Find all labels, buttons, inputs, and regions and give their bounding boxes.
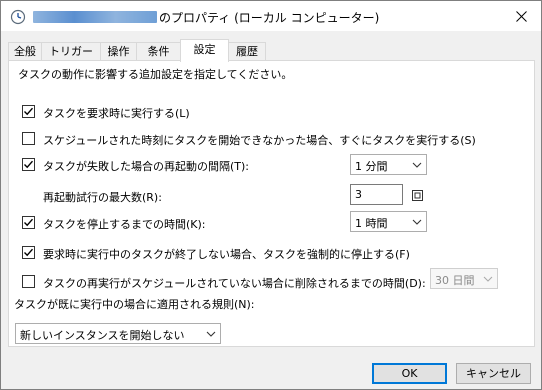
stop-if-longer-checkbox[interactable] xyxy=(22,216,35,229)
task-name-redacted xyxy=(33,11,157,23)
chevron-down-icon xyxy=(412,219,422,225)
force-stop-label: 要求時に実行中のタスクが終了しない場合、タスクを強制的に停止する(F) xyxy=(43,248,410,261)
tab-conditions[interactable]: 条件 xyxy=(136,42,181,61)
delete-after-value: 30 日間 xyxy=(435,274,475,287)
restart-attempts-spinner[interactable] xyxy=(411,189,424,202)
spinner-icon xyxy=(412,190,423,201)
restart-interval-value: 1 分間 xyxy=(355,160,388,173)
window-title: のプロパティ (ローカル コンピューター) xyxy=(159,11,380,25)
title-bar: のプロパティ (ローカル コンピューター) xyxy=(1,1,541,31)
tab-settings[interactable]: 設定 xyxy=(180,39,229,62)
restart-attempts-label: 再起動試行の最大数(R): xyxy=(43,191,162,204)
cancel-button[interactable]: キャンセル xyxy=(456,363,531,384)
restart-on-failure-checkbox[interactable] xyxy=(22,158,35,171)
run-missed-label: スケジュールされた時刻にタスクを開始できなかった場合、すぐにタスクを実行する(S… xyxy=(43,134,476,147)
tab-triggers[interactable]: トリガー xyxy=(41,42,101,61)
checkmark-icon xyxy=(24,107,34,116)
close-icon xyxy=(515,10,527,22)
tab-general[interactable]: 全般 xyxy=(8,42,42,61)
task-properties-window: のプロパティ (ローカル コンピューター) 全般 トリガー 操作 条件 設定 履… xyxy=(0,0,542,390)
tab-history[interactable]: 履歴 xyxy=(228,42,266,61)
stop-if-longer-label: タスクを停止するまでの時間(K): xyxy=(43,218,206,231)
chevron-down-icon xyxy=(206,331,216,337)
delete-task-checkbox[interactable] xyxy=(22,275,35,288)
restart-attempts-input[interactable]: 3 xyxy=(350,184,403,205)
stop-duration-dropdown[interactable]: 1 時間 xyxy=(350,211,427,232)
chevron-down-icon xyxy=(483,276,493,282)
checkmark-icon xyxy=(24,218,34,227)
checkmark-icon xyxy=(24,160,34,169)
allow-on-demand-label: タスクを要求時に実行する(L) xyxy=(43,107,190,120)
run-missed-checkbox[interactable] xyxy=(22,132,35,145)
ok-button[interactable]: OK xyxy=(372,363,447,384)
stop-duration-value: 1 時間 xyxy=(355,217,388,230)
close-button[interactable] xyxy=(509,5,533,27)
delete-after-dropdown[interactable]: 30 日間 xyxy=(430,268,498,289)
delete-task-label: タスクの再実行がスケジュールされていない場合に削除されるまでの時間(D): xyxy=(43,277,426,290)
settings-panel: タスクの動作に影響する追加設定を指定してください。 タスクを要求時に実行する(L… xyxy=(8,60,535,347)
checkmark-icon xyxy=(24,248,34,257)
clock-icon xyxy=(10,9,26,25)
settings-intro: タスクの動作に影響する追加設定を指定してください。 xyxy=(18,68,293,81)
chevron-down-icon xyxy=(412,162,422,168)
allow-on-demand-checkbox[interactable] xyxy=(22,105,35,118)
running-rule-label: タスクが既に実行中の場合に適用される規則(N): xyxy=(14,298,255,311)
restart-attempts-value: 3 xyxy=(355,188,362,201)
running-rule-value: 新しいインスタンスを開始しない xyxy=(20,329,185,342)
running-rule-dropdown[interactable]: 新しいインスタンスを開始しない xyxy=(15,323,221,344)
force-stop-checkbox[interactable] xyxy=(22,246,35,259)
restart-interval-dropdown[interactable]: 1 分間 xyxy=(350,154,427,175)
tab-actions[interactable]: 操作 xyxy=(100,42,137,61)
restart-on-failure-label: タスクが失敗した場合の再起動の間隔(T): xyxy=(43,160,250,173)
